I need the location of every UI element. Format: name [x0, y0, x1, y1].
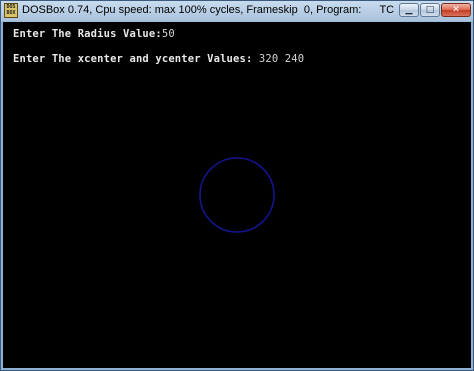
dosbox-icon-text: DOS BOX — [6, 4, 16, 16]
maximize-button[interactable]: □ — [420, 3, 440, 17]
title-bar[interactable]: DOS BOX DOSBox 0.74, Cpu speed: max 100%… — [1, 1, 473, 21]
close-button[interactable]: ✕ — [441, 3, 471, 17]
drawn-circle — [199, 157, 275, 233]
close-icon: ✕ — [452, 5, 460, 15]
graphics-canvas — [199, 157, 275, 233]
dos-console-screen[interactable]: Enter The Radius Value:50 Enter The xcen… — [3, 22, 471, 368]
minimize-button[interactable]: ▁ — [399, 3, 419, 17]
dosbox-window: DOS BOX DOSBox 0.74, Cpu speed: max 100%… — [0, 0, 474, 371]
minimize-icon: ▁ — [405, 5, 413, 15]
maximize-icon: □ — [425, 5, 435, 15]
dosbox-icon[interactable]: DOS BOX — [4, 3, 18, 18]
window-title: DOSBox 0.74, Cpu speed: max 100% cycles,… — [22, 4, 395, 16]
